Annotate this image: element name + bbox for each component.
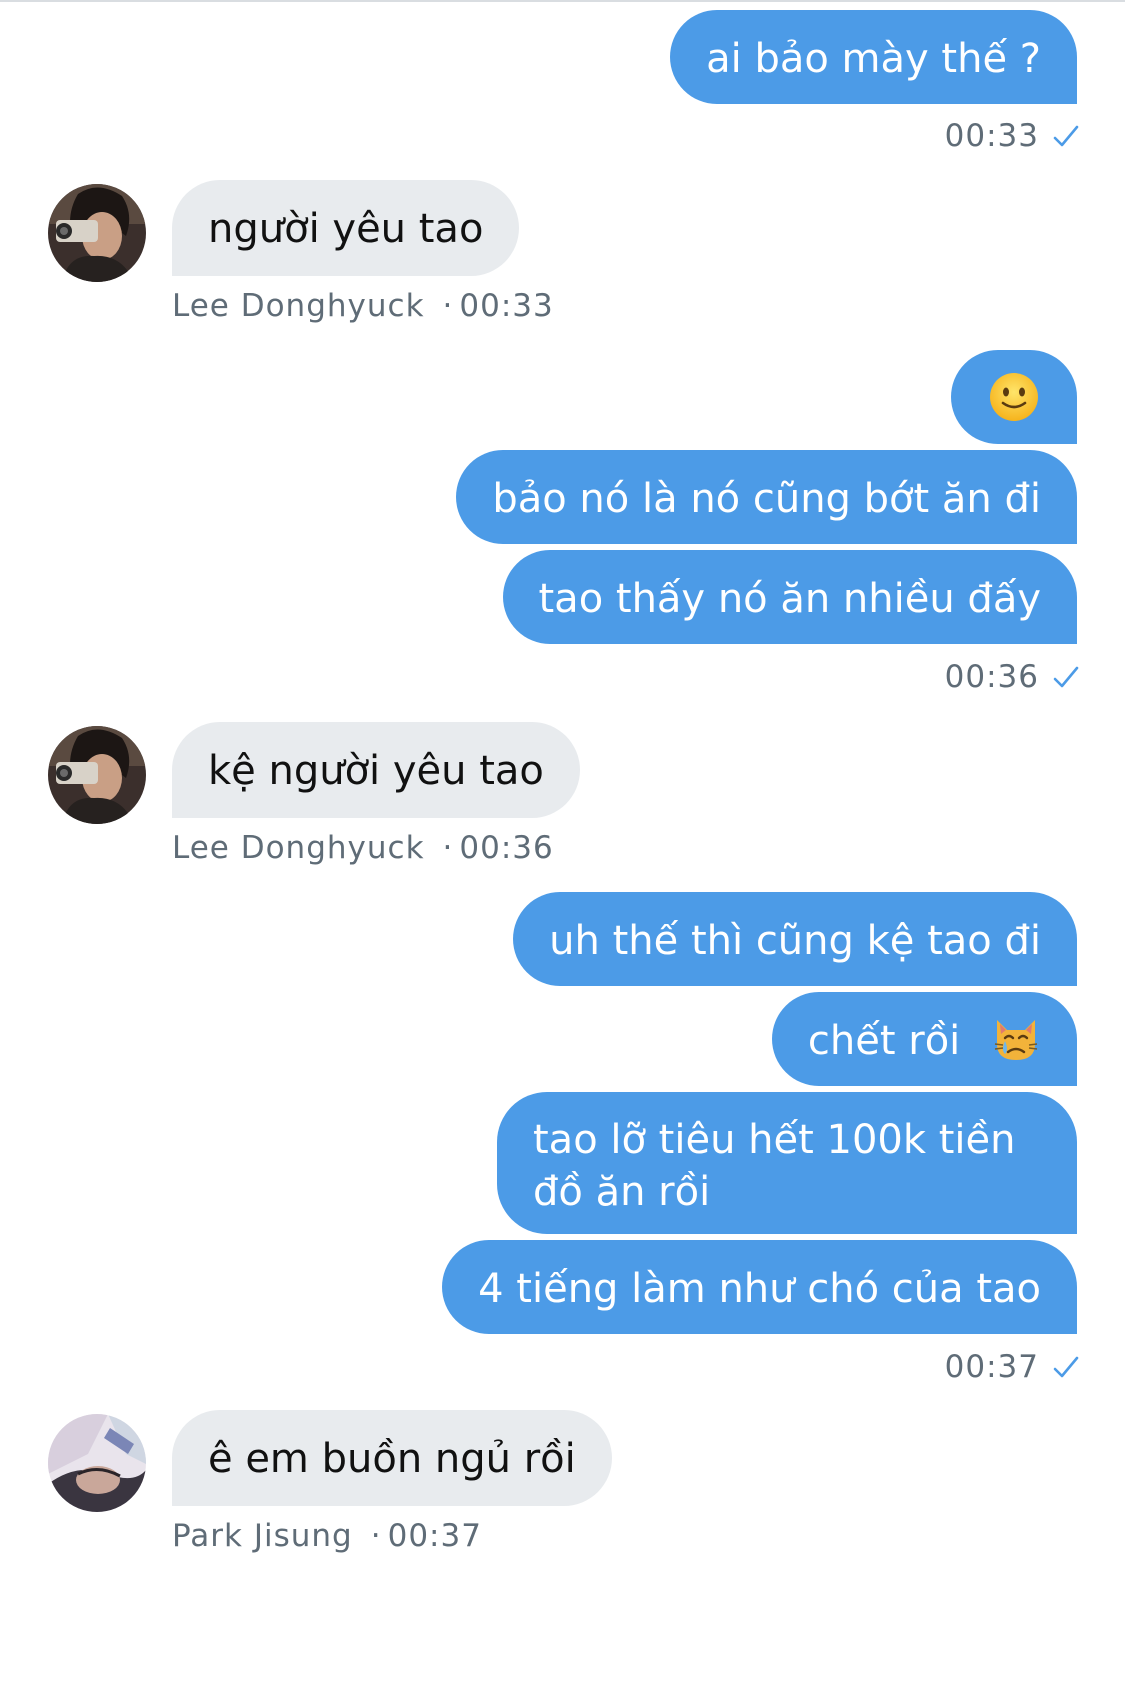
top-divider — [0, 0, 1125, 2]
check-icon — [1053, 1356, 1079, 1378]
outgoing-message[interactable]: 4 tiếng làm như chó của tao — [442, 1240, 1077, 1334]
incoming-message[interactable]: kệ người yêu tao — [172, 722, 580, 818]
incoming-message[interactable]: người yêu tao — [172, 180, 520, 276]
message-meta: Park Jisung · 00:37 — [172, 1518, 482, 1554]
crying-cat-icon — [994, 1020, 1038, 1060]
avatar-image — [48, 1414, 146, 1512]
message-text: uh thế thì cũng kệ tao đi — [549, 918, 1041, 964]
avatar[interactable] — [48, 1414, 146, 1512]
avatar[interactable] — [48, 726, 146, 824]
meta-separator: · — [370, 1518, 382, 1554]
sender-name[interactable]: Park Jisung — [172, 1518, 353, 1554]
message-text: người yêu tao — [208, 206, 484, 252]
sent-time: 00:36 — [944, 659, 1039, 695]
sent-time: 00:33 — [944, 118, 1039, 154]
avatar[interactable] — [48, 184, 146, 282]
sent-time: 00:33 — [459, 288, 554, 324]
message-meta: Lee Donghyuck · 00:33 — [172, 288, 554, 324]
outgoing-message[interactable]: tao thấy nó ăn nhiều đấy — [502, 550, 1077, 644]
message-timestamp: 00:36 — [945, 659, 1079, 695]
meta-separator: · — [442, 830, 454, 866]
outgoing-message[interactable]: tao lỡ tiêu hết 100k tiền đồ ăn rồi — [497, 1092, 1077, 1234]
message-text: ê em buồn ngủ rồi — [208, 1436, 576, 1482]
outgoing-message[interactable]: chết rồi — [771, 992, 1077, 1086]
meta-separator: · — [442, 288, 454, 324]
outgoing-message[interactable]: bảo nó là nó cũng bớt ăn đi — [456, 450, 1077, 544]
message-text: kệ người yêu tao — [208, 748, 544, 794]
avatar-image — [48, 184, 146, 282]
message-text: 4 tiếng làm như chó của tao — [478, 1266, 1041, 1312]
sent-time: 00:37 — [387, 1518, 482, 1554]
sender-name[interactable]: Lee Donghyuck — [172, 288, 425, 324]
message-text: ai bảo mày thế ? — [706, 36, 1041, 82]
outgoing-message[interactable]: uh thế thì cũng kệ tao đi — [513, 892, 1077, 986]
message-text: tao thấy nó ăn nhiều đấy — [538, 576, 1042, 622]
slightly-smiling-face-icon — [990, 373, 1038, 421]
outgoing-emoji-message[interactable] — [951, 350, 1077, 444]
outgoing-message[interactable]: ai bảo mày thế ? — [670, 10, 1077, 104]
message-text: chết rồi — [807, 1018, 961, 1064]
check-icon — [1053, 666, 1079, 688]
message-meta: Lee Donghyuck · 00:36 — [172, 830, 554, 866]
message-timestamp: 00:33 — [945, 118, 1079, 154]
sent-time: 00:36 — [459, 830, 554, 866]
message-timestamp: 00:37 — [945, 1349, 1079, 1385]
sender-name[interactable]: Lee Donghyuck — [172, 830, 425, 866]
check-icon — [1053, 125, 1079, 147]
message-text: bảo nó là nó cũng bớt ăn đi — [492, 476, 1041, 522]
incoming-message[interactable]: ê em buồn ngủ rồi — [172, 1410, 612, 1506]
message-text: tao lỡ tiêu hết 100k tiền đồ ăn rồi — [533, 1117, 1016, 1215]
sent-time: 00:37 — [944, 1349, 1039, 1385]
avatar-image — [48, 726, 146, 824]
